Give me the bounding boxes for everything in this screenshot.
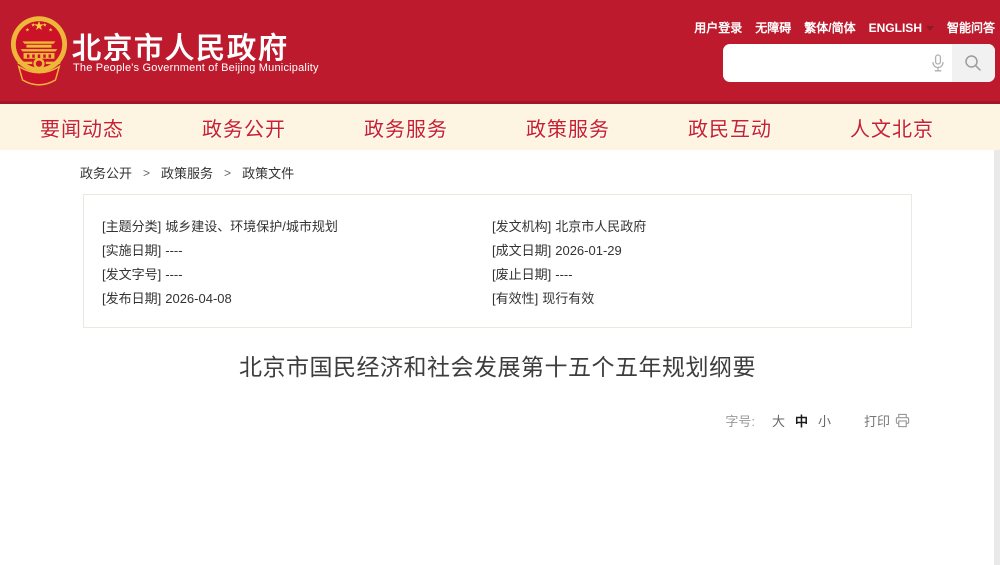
- breadcrumb-separator: >: [224, 165, 232, 180]
- breadcrumb-separator: >: [143, 165, 151, 180]
- page-scrollbar[interactable]: [994, 150, 1000, 565]
- nav-item-culture[interactable]: 人文北京: [850, 113, 934, 142]
- metadata-right-column: [发文机构] 北京市人民政府 [成文日期] 2026-01-29 [废止日期] ---…: [492, 220, 893, 327]
- meta-written-date: [成文日期] 2026-01-29: [492, 243, 622, 258]
- print-button[interactable]: 打印: [864, 411, 910, 430]
- search-input[interactable]: [723, 44, 924, 82]
- metadata-left-column: [主题分类] 城乡建设、环境保护/城市规划 [实施日期] ---- [发文字号] --…: [102, 220, 492, 327]
- nav-item-interaction[interactable]: 政民互动: [688, 113, 772, 142]
- accessibility-link[interactable]: 无障碍: [755, 19, 791, 36]
- meta-issuing-agency: [发文机构] 北京市人民政府: [492, 219, 647, 234]
- search-bar: [723, 44, 995, 82]
- nav-item-gov-services[interactable]: 政务服务: [364, 113, 448, 142]
- nav-item-gov-affairs[interactable]: 政务公开: [202, 113, 286, 142]
- smart-qa-link[interactable]: 智能问答: [947, 19, 995, 36]
- font-size-label: 字号:: [725, 414, 755, 429]
- breadcrumb: 政务公开 > 政策服务 > 政策文件: [80, 163, 294, 182]
- search-button[interactable]: [951, 44, 995, 82]
- microphone-icon[interactable]: [924, 44, 952, 82]
- search-icon: [965, 55, 982, 71]
- print-label: 打印: [863, 414, 890, 429]
- english-dropdown[interactable]: ENGLISH: [869, 21, 934, 35]
- article-toolbar: 字号: 大 中 小 打印: [725, 411, 910, 430]
- meta-topic-category: [主题分类] 城乡建设、环境保护/城市规划: [102, 219, 338, 234]
- breadcrumb-item-policy-documents[interactable]: 政策文件: [242, 163, 294, 182]
- breadcrumb-item-gov-affairs[interactable]: 政务公开: [80, 163, 132, 182]
- site-title[interactable]: 北京市人民政府: [72, 25, 289, 67]
- login-link[interactable]: 用户登录: [694, 19, 742, 36]
- english-label: ENGLISH: [868, 20, 922, 35]
- nav-item-policy-services[interactable]: 政策服务: [526, 113, 610, 142]
- national-emblem-logo[interactable]: [10, 12, 68, 92]
- utility-links: 用户登录 无障碍 繁体/简体 ENGLISH 智能问答: [694, 19, 995, 36]
- site-subtitle: The People's Government of Beijing Munic…: [73, 62, 319, 74]
- meta-implementation-date: [实施日期] ----: [102, 243, 183, 258]
- printer-icon: [895, 413, 910, 428]
- main-nav: 要闻动态 政务公开 政务服务 政策服务 政民互动 人文北京: [0, 104, 1000, 150]
- font-size-large-button[interactable]: 大: [772, 411, 785, 430]
- page-title: 北京市国民经济和社会发展第十五个五年规划纲要: [239, 354, 756, 380]
- chevron-down-icon: [925, 26, 934, 31]
- breadcrumb-item-policy-services[interactable]: 政策服务: [161, 163, 213, 182]
- font-size-medium-button[interactable]: 中: [795, 411, 808, 430]
- nav-item-news[interactable]: 要闻动态: [40, 113, 124, 142]
- meta-repeal-date: [废止日期] ----: [492, 267, 573, 282]
- meta-publish-date: [发布日期] 2026-04-08: [102, 291, 232, 306]
- meta-validity: [有效性] 现行有效: [492, 291, 595, 306]
- site-header: 北京市人民政府 The People's Government of Beiji…: [0, 0, 1000, 104]
- traditional-simplified-link[interactable]: 繁体/简体: [804, 19, 855, 36]
- document-metadata-box: [主题分类] 城乡建设、环境保护/城市规划 [实施日期] ---- [发文字号] --…: [83, 194, 912, 328]
- meta-document-number: [发文字号] ----: [102, 267, 183, 282]
- font-size-small-button[interactable]: 小: [818, 411, 831, 430]
